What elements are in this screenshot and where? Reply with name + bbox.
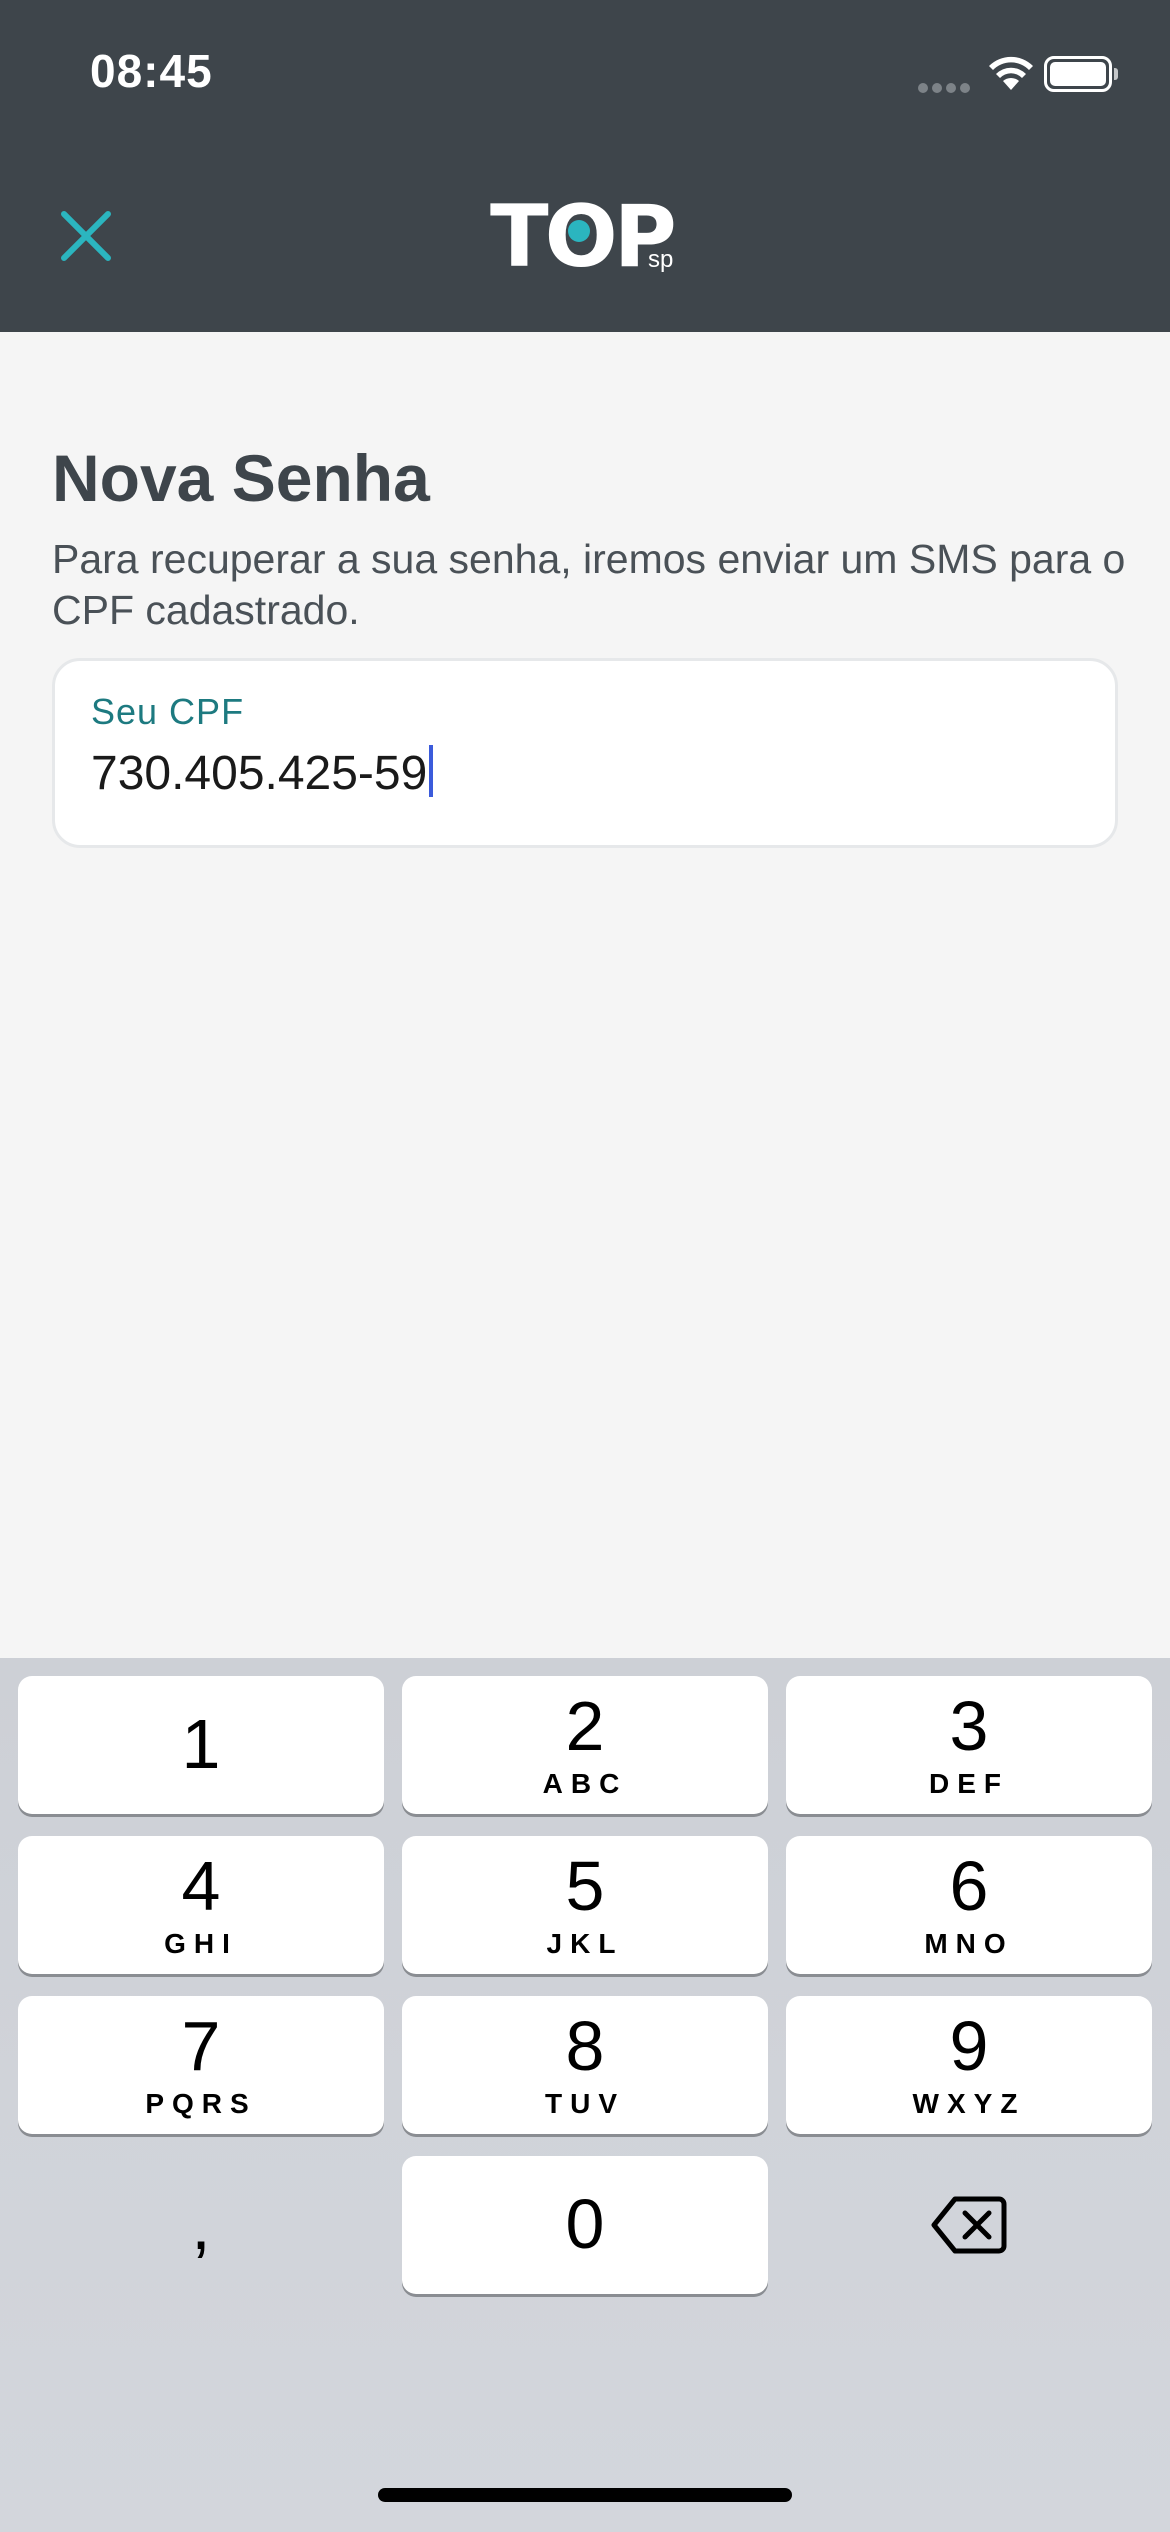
cellular-signal-icon [918, 80, 974, 98]
key-letters: MNO [924, 1928, 1014, 1959]
key-digit: 5 [565, 1847, 605, 1925]
status-icons [918, 52, 1118, 98]
key-letters: DEF [929, 1768, 1009, 1799]
key-7[interactable]: 7 PQRS [18, 1996, 384, 2134]
key-digit: 9 [949, 2007, 989, 2085]
key-digit: 0 [565, 2185, 605, 2263]
key-2[interactable]: 2 ABC [402, 1676, 768, 1814]
key-digit: 7 [181, 2007, 221, 2085]
key-9[interactable]: 9 WXYZ [786, 1996, 1152, 2134]
logo-dot [568, 220, 590, 242]
comma-label: , [191, 2186, 211, 2264]
cpf-input[interactable]: 730.405.425-59 [91, 745, 434, 801]
app-header: 08:45 TOP sp [0, 0, 1170, 332]
numeric-keyboard: 1 2 ABC 3 DEF 4 GHI 5 JKL 6 MNO 7 PQRS 8… [0, 1658, 1170, 2532]
cpf-label: Seu CPF [91, 691, 245, 732]
key-1[interactable]: 1 [18, 1676, 384, 1814]
status-time: 08:45 [90, 45, 213, 97]
key-digit: 2 [565, 1687, 605, 1765]
key-letters: WXYZ [912, 2088, 1026, 2119]
key-8[interactable]: 8 TUV [402, 1996, 768, 2134]
key-digit: 3 [949, 1687, 989, 1765]
key-digit: 1 [181, 1705, 221, 1783]
close-button[interactable] [56, 206, 116, 266]
key-5[interactable]: 5 JKL [402, 1836, 768, 1974]
key-letters: PQRS [145, 2088, 257, 2119]
key-0[interactable]: 0 [402, 2156, 768, 2294]
close-icon [61, 211, 111, 261]
key-digit: 8 [565, 2007, 605, 2085]
delete-button[interactable] [786, 2156, 1152, 2294]
key-letters: TUV [545, 2088, 625, 2119]
key-4[interactable]: 4 GHI [18, 1836, 384, 1974]
key-comma[interactable]: , [18, 2156, 384, 2294]
text-caret [429, 745, 434, 797]
cpf-input-field[interactable]: Seu CPF 730.405.425-59 [52, 658, 1118, 848]
wifi-icon [989, 56, 1033, 90]
key-letters: JKL [546, 1928, 624, 1959]
home-indicator[interactable] [378, 2488, 792, 2502]
top-sp-logo: TOP sp [490, 192, 690, 282]
cpf-value: 730.405.425-59 [91, 747, 428, 800]
key-digit: 6 [949, 1847, 989, 1925]
page-description: Para recuperar a sua senha, iremos envia… [52, 536, 1126, 633]
key-6[interactable]: 6 MNO [786, 1836, 1152, 1974]
battery-icon [1044, 56, 1118, 94]
key-letters: ABC [542, 1768, 628, 1799]
logo-sub: sp [648, 246, 674, 273]
page-title: Nova Senha [52, 441, 430, 515]
key-digit: 4 [181, 1847, 221, 1925]
backspace-icon [931, 2196, 1007, 2254]
key-letters: GHI [164, 1928, 238, 1959]
key-3[interactable]: 3 DEF [786, 1676, 1152, 1814]
